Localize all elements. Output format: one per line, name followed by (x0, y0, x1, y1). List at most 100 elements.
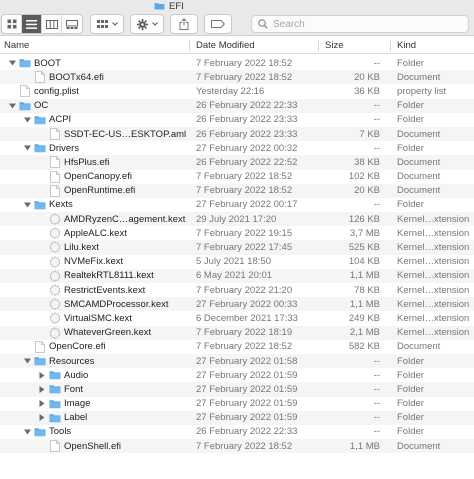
column-divider[interactable] (318, 40, 319, 51)
item-kind: Document (397, 185, 441, 197)
tag-button[interactable] (204, 14, 232, 34)
item-name: OpenShell.efi (64, 440, 122, 452)
search-field[interactable] (251, 15, 469, 33)
item-date-modified: 7 February 2022 18:52 (196, 57, 293, 69)
group-by-button[interactable] (90, 14, 124, 34)
item-date-modified: 27 February 2022 00:32 (196, 142, 298, 154)
column-kind-header[interactable]: Kind (397, 37, 416, 54)
item-kind: Kernel…xtension (397, 227, 470, 239)
folder-row[interactable]: Label 27 February 2022 01:59 -- Folder (0, 410, 474, 425)
disclosure-expanded-icon[interactable] (7, 99, 17, 113)
folder-row[interactable]: OC 26 February 2022 22:33 -- Folder (0, 98, 474, 113)
file-row[interactable]: WhateverGreen.kext 7 February 2022 18:19 2… (0, 325, 474, 340)
item-name: Drivers (49, 142, 80, 154)
folder-row[interactable]: Resources 27 February 2022 01:58 -- Folder (0, 353, 474, 369)
kext-icon (49, 213, 61, 226)
disclosure-collapsed-icon[interactable] (37, 411, 47, 425)
document-icon (34, 340, 46, 353)
file-row[interactable]: OpenCanopy.efi 7 February 2022 18:52 102 K… (0, 170, 474, 184)
column-view-button[interactable] (42, 15, 62, 33)
file-row[interactable]: BOOTx64.efi 7 February 2022 18:52 20 KB Doc… (0, 70, 474, 85)
item-name: RealtekRTL8111.kext (64, 270, 154, 282)
folder-row[interactable]: Audio 27 February 2022 01:59 -- Folder (0, 368, 474, 382)
disclosure-expanded-icon[interactable] (22, 113, 32, 127)
file-row[interactable]: HfsPlus.efi 26 February 2022 22:52 38 KB Do… (0, 155, 474, 170)
file-row[interactable]: NVMeFix.kext 5 July 2021 18:50 104 KB Kerne… (0, 255, 474, 269)
folder-icon (19, 100, 31, 112)
search-input[interactable] (273, 18, 453, 30)
toolbar (0, 12, 474, 36)
column-name-header[interactable]: Name (4, 37, 29, 54)
folder-row[interactable]: ACPI 26 February 2022 23:33 -- Folder (0, 113, 474, 127)
kext-icon (49, 270, 61, 282)
item-size: -- (373, 57, 380, 69)
file-row[interactable]: OpenShell.efi 7 February 2022 18:52 1,1 MB… (0, 439, 474, 454)
search-icon (258, 19, 268, 29)
file-row[interactable]: RealtekRTL8111.kext 6 May 2021 20:01 1,1 M… (0, 268, 474, 283)
folder-row[interactable]: Drivers 27 February 2022 00:32 -- Folder (0, 141, 474, 155)
file-row[interactable]: Lilu.kext 7 February 2022 17:45 525 KB Kern… (0, 240, 474, 255)
folder-row[interactable]: Image 27 February 2022 01:59 -- Folder (0, 397, 474, 411)
column-date-header[interactable]: Date Modified (196, 37, 255, 54)
item-name: Resources (49, 355, 95, 367)
column-divider[interactable] (390, 40, 391, 51)
folder-row[interactable]: Font 27 February 2022 01:59 -- Folder (0, 382, 474, 397)
file-row[interactable]: AMDRyzenC…agement.kext 29 July 2021 17:20… (0, 212, 474, 227)
disclosure-expanded-icon[interactable] (7, 56, 17, 70)
disclosure-expanded-icon[interactable] (22, 425, 32, 439)
share-button[interactable] (170, 14, 198, 34)
column-size-header[interactable]: Size (325, 37, 343, 54)
item-date-modified: 27 February 2022 01:59 (196, 369, 298, 381)
item-kind: Folder (397, 199, 424, 211)
grid-icon (96, 19, 108, 28)
item-size: 3,7 MB (349, 227, 380, 239)
item-size: 525 KB (348, 242, 380, 254)
item-date-modified: 7 February 2022 18:52 (196, 440, 293, 452)
item-kind: Folder (397, 369, 424, 381)
disclosure-expanded-icon[interactable] (22, 198, 32, 212)
item-name: OpenCore.efi (49, 341, 106, 353)
disclosure-collapsed-icon[interactable] (37, 382, 47, 396)
item-size: -- (373, 369, 380, 381)
item-kind: Folder (397, 398, 424, 410)
column-header: Name Date Modified Size Kind (0, 37, 474, 54)
folder-icon (34, 355, 46, 367)
item-date-modified: 27 February 2022 01:59 (196, 412, 298, 424)
item-name: SSDT-EC-US…ESKTOP.aml (64, 128, 187, 140)
item-date-modified: 27 February 2022 01:58 (196, 355, 298, 367)
item-kind: Folder (397, 57, 424, 69)
document-icon (19, 85, 31, 98)
file-row[interactable]: config.plist Yesterday 22:16 36 KB property… (0, 84, 474, 98)
list-view-button[interactable] (22, 15, 42, 33)
item-date-modified: 26 February 2022 22:33 (196, 100, 298, 112)
disclosure-collapsed-icon[interactable] (37, 397, 47, 411)
item-name: ACPI (49, 114, 72, 126)
gallery-view-button[interactable] (62, 15, 82, 33)
folder-row[interactable]: BOOT 7 February 2022 18:52 -- Folder (0, 56, 474, 70)
list-empty-area (0, 455, 474, 479)
item-size: 2,1 MB (349, 327, 380, 339)
column-divider[interactable] (189, 40, 190, 51)
item-size: 1,1 MB (349, 298, 380, 310)
item-date-modified: 7 February 2022 18:52 (196, 185, 293, 197)
item-size: -- (373, 100, 380, 112)
file-row[interactable]: OpenCore.efi 7 February 2022 18:52 582 KB D… (0, 340, 474, 354)
file-row[interactable]: VirtualSMC.kext 6 December 2021 17:33 249 … (0, 311, 474, 325)
file-row[interactable]: SMCAMDProcessor.kext 27 February 2022 00:… (0, 297, 474, 312)
disclosure-expanded-icon[interactable] (22, 354, 32, 368)
folder-row[interactable]: Tools 26 February 2022 22:33 -- Folder (0, 425, 474, 439)
item-date-modified: 7 February 2022 21:20 (196, 284, 293, 296)
icon-view-button[interactable] (2, 15, 22, 33)
file-row[interactable]: OpenRuntime.efi 7 February 2022 18:52 20 K… (0, 183, 474, 198)
kext-icon (49, 227, 61, 240)
action-menu-button[interactable] (130, 14, 164, 34)
disclosure-expanded-icon[interactable] (22, 141, 32, 155)
file-row[interactable]: SSDT-EC-US…ESKTOP.aml 26 February 2022 23… (0, 126, 474, 142)
file-row[interactable]: AppleALC.kext 7 February 2022 19:15 3,7 MB… (0, 226, 474, 240)
file-row[interactable]: RestrictEvents.kext 7 February 2022 21:20… (0, 283, 474, 297)
item-kind: Kernel…xtension (397, 270, 470, 282)
folder-row[interactable]: Kexts 27 February 2022 00:17 -- Folder (0, 198, 474, 212)
disclosure-collapsed-icon[interactable] (37, 368, 47, 382)
item-size: 1,1 MB (349, 440, 380, 452)
kext-icon (49, 326, 61, 339)
